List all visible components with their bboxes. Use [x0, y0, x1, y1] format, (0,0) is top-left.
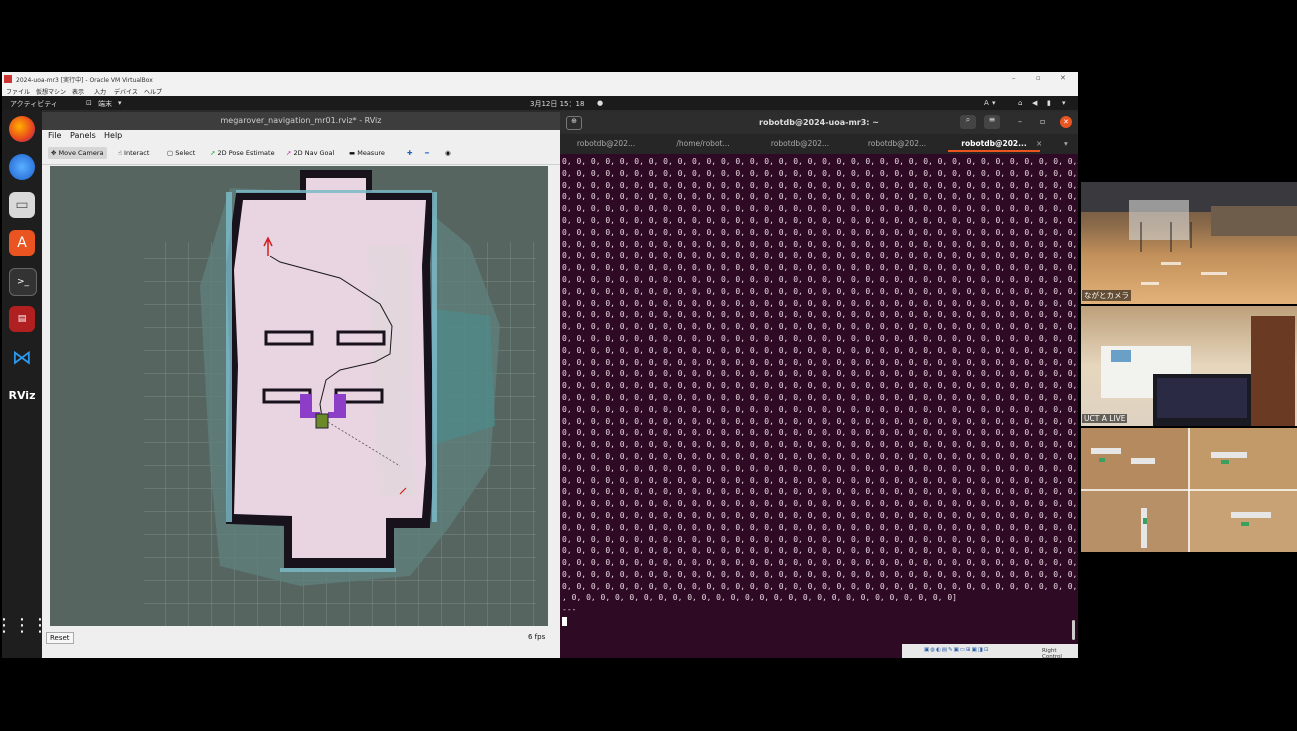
- vbox-title-text: 2024-uoa-mr3 [実行中] - Oracle VM VirtualBo…: [16, 77, 153, 84]
- vbox-menu-help[interactable]: ヘルプ: [144, 87, 162, 96]
- fps-readout: 6 fps: [528, 633, 546, 641]
- move-camera-tool[interactable]: ✥ Move Camera: [48, 147, 107, 159]
- firefox-icon[interactable]: [9, 116, 35, 142]
- nav-goal-tool[interactable]: ➚ 2D Nav Goal: [283, 147, 337, 159]
- host-key-label: Right Control: [1042, 648, 1062, 658]
- rviz-window: megarover_navigation_mr01.rviz* - RViz F…: [42, 112, 560, 658]
- vbox-titlebar: 2024-uoa-mr3 [実行中] - Oracle VM VirtualBo…: [2, 72, 1078, 86]
- ubuntu-dock: ▭ A >_ ▤ ⋈ RViz ⋮⋮⋮: [2, 110, 49, 658]
- rviz-titlebar: megarover_navigation_mr01.rviz* - RViz: [42, 112, 560, 130]
- minimize-icon[interactable]: –: [1018, 117, 1022, 126]
- ubuntu-topbar: アクティビティ ⊡ 端末 ▾ 3月12日 15：18 ● A ▾ ⌂ ◀ ▮ ▾: [2, 96, 1078, 110]
- presentation-icon[interactable]: ▤: [9, 306, 35, 332]
- reset-button[interactable]: Reset: [46, 632, 74, 644]
- vbox-device-icons[interactable]: ▣◍◐▤✎▣▭⊞▣◨⊡: [924, 647, 990, 653]
- vbox-menu-machine[interactable]: 仮想マシン: [36, 87, 66, 96]
- app-menu[interactable]: 端末: [98, 99, 112, 109]
- minimize-icon[interactable]: –: [1012, 74, 1016, 82]
- rviz-toolbar: ✥ Move Camera ☝ Interact ▢ Select ➚ 2D P…: [42, 142, 560, 165]
- video-conference-panel: ながとカメラ UCT A LIVE: [1081, 182, 1297, 552]
- battery-icon[interactable]: ▮: [1047, 99, 1051, 107]
- tab-close-icon[interactable]: ×: [1036, 139, 1042, 148]
- rviz-menu-file[interactable]: File: [48, 131, 61, 140]
- thunderbird-icon[interactable]: [9, 154, 35, 180]
- interact-tool[interactable]: ☝ Interact: [115, 147, 152, 159]
- rviz-menu-panels[interactable]: Panels: [70, 131, 96, 140]
- map-obstacle: [336, 330, 386, 346]
- vscode-icon[interactable]: ⋈: [9, 344, 35, 370]
- files-icon[interactable]: ▭: [9, 192, 35, 218]
- chevron-down-icon: ▾: [118, 99, 122, 107]
- terminal-tab[interactable]: robotdb@202...: [851, 139, 943, 148]
- measure-tool[interactable]: ▬ Measure: [346, 147, 388, 159]
- terminal-zero-rows: 0, 0, 0, 0, 0, 0, 0, 0, 0, 0, 0, 0, 0, 0…: [562, 157, 1078, 591]
- terminal-ellipsis: ---: [562, 605, 577, 615]
- hamburger-menu-icon[interactable]: ≡: [984, 115, 1000, 129]
- terminal-last-line: , 0, 0, 0, 0, 0, 0, 0, 0, 0, 0, 0, 0, 0,…: [562, 593, 957, 603]
- terminal-cursor: [562, 617, 567, 626]
- remove-tool-icon[interactable]: ━: [422, 147, 432, 159]
- terminal-tab[interactable]: robotdb@202...: [560, 139, 652, 148]
- chevron-down-icon: ▾: [992, 99, 996, 107]
- vbox-menu-devices[interactable]: デバイス: [114, 87, 138, 96]
- rviz-menu-help[interactable]: Help: [104, 131, 122, 140]
- terminal-app-icon: ⊡: [86, 99, 92, 107]
- select-tool[interactable]: ▢ Select: [164, 147, 198, 159]
- terminal-icon[interactable]: >_: [9, 268, 37, 296]
- maximize-icon[interactable]: ▫: [1040, 117, 1045, 126]
- chevron-down-icon[interactable]: ▾: [1062, 99, 1066, 107]
- clock[interactable]: 3月12日 15：18: [530, 99, 584, 109]
- rviz-menubar: File Panels Help: [42, 130, 560, 142]
- close-icon[interactable]: ✕: [1060, 116, 1072, 128]
- terminal-output[interactable]: 0, 0, 0, 0, 0, 0, 0, 0, 0, 0, 0, 0, 0, 0…: [560, 156, 1078, 626]
- virtualbox-window: 2024-uoa-mr3 [実行中] - Oracle VM VirtualBo…: [2, 72, 1078, 658]
- terminal-scrollbar[interactable]: [1072, 620, 1075, 640]
- terminal-tabbar: robotdb@202... /home/robot... robotdb@20…: [560, 134, 1078, 154]
- tool-properties-icon[interactable]: ◉: [442, 147, 454, 159]
- rviz-statusbar: Reset 6 fps: [42, 630, 560, 646]
- rviz-3d-view[interactable]: ◂: [50, 166, 548, 626]
- vbox-status-tray: ▣◍◐▤✎▣▭⊞▣◨⊡ Right Control: [902, 644, 1078, 658]
- maximize-icon[interactable]: ▫: [1036, 74, 1041, 82]
- terminal-headerbar: ⊕ robotdb@2024-uoa-mr3: ~ ⌕ ≡ – ▫ ✕: [560, 112, 1078, 134]
- camera-image: [1081, 182, 1297, 285]
- vbox-menu-file[interactable]: ファイル: [6, 87, 30, 96]
- pose-estimate-tool[interactable]: ➚ 2D Pose Estimate: [207, 147, 278, 159]
- software-icon[interactable]: A: [9, 230, 35, 256]
- close-icon[interactable]: ✕: [1060, 74, 1066, 82]
- camera-label: UCT A LIVE: [1082, 414, 1128, 423]
- camera-image: [1081, 428, 1297, 552]
- terminal-tab[interactable]: /home/robot...: [657, 139, 749, 148]
- network-icon[interactable]: ⌂: [1018, 99, 1022, 107]
- terminal-tab-active[interactable]: robotdb@202...: [948, 139, 1040, 152]
- vbox-icon: [4, 75, 12, 83]
- terminal-tab[interactable]: robotdb@202...: [754, 139, 846, 148]
- volume-icon[interactable]: ◀: [1032, 99, 1037, 107]
- camera-image: [1101, 316, 1295, 426]
- input-method[interactable]: A: [984, 99, 989, 107]
- notification-dot-icon: ●: [597, 99, 604, 107]
- tabs-dropdown-icon[interactable]: ▾: [1064, 139, 1068, 148]
- terminal-window: ⊕ robotdb@2024-uoa-mr3: ~ ⌕ ≡ – ▫ ✕ robo…: [560, 112, 1078, 658]
- activities-button[interactable]: アクティビティ: [10, 99, 58, 109]
- camera-feed[interactable]: UCT A LIVE: [1081, 306, 1297, 426]
- camera-label: ながとカメラ: [1082, 290, 1131, 301]
- vbox-menu-view[interactable]: 表示: [72, 87, 84, 96]
- rviz-icon[interactable]: RViz: [9, 382, 36, 408]
- map-obstacle: [264, 330, 314, 346]
- vbox-menu-input[interactable]: 入力: [94, 87, 106, 96]
- terminal-title: robotdb@2024-uoa-mr3: ~: [759, 118, 879, 127]
- search-icon[interactable]: ⌕: [960, 115, 976, 129]
- robot-model: [315, 413, 329, 429]
- map-visualization: [50, 166, 548, 626]
- app-grid-icon[interactable]: ⋮⋮⋮: [2, 612, 49, 638]
- camera-feed-quad[interactable]: [1081, 428, 1297, 552]
- camera-feed[interactable]: ながとカメラ: [1081, 182, 1297, 304]
- add-tool-icon[interactable]: ✚: [404, 147, 415, 159]
